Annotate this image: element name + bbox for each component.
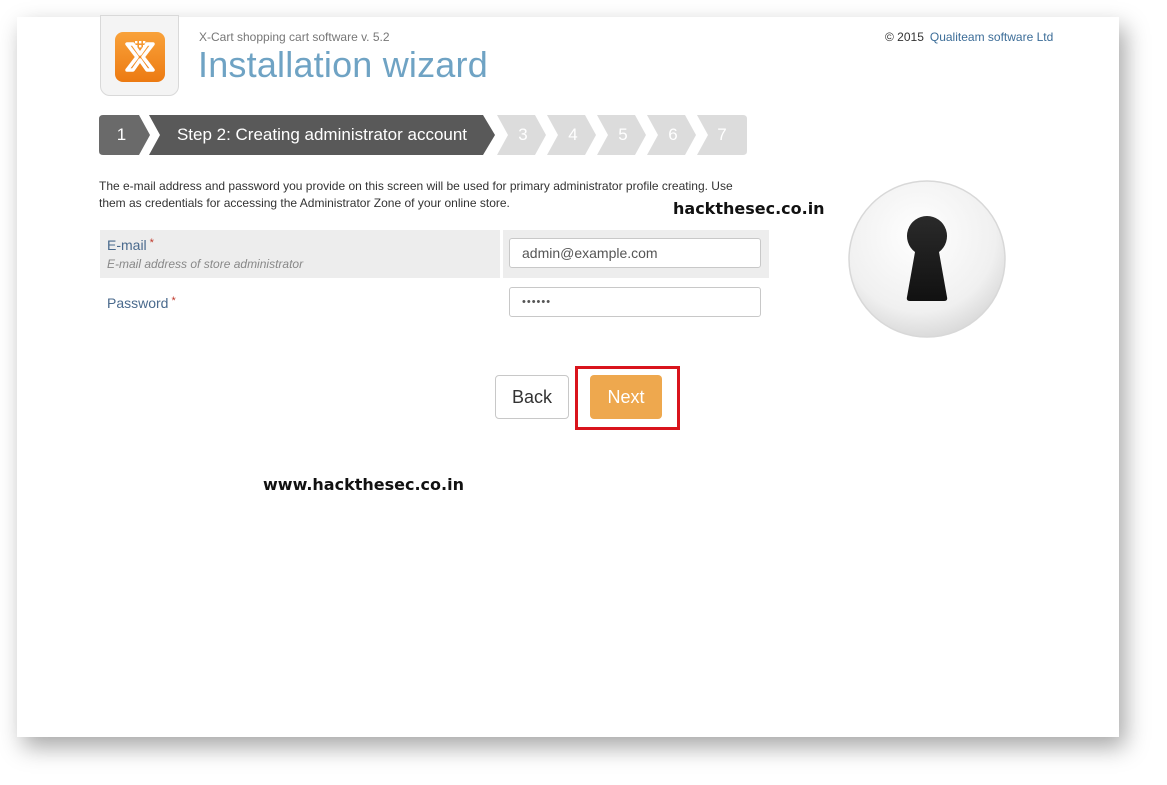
- instructions-text: The e-mail address and password you prov…: [99, 179, 733, 210]
- password-label-cell: Password *: [107, 295, 176, 313]
- step-1: 1: [99, 115, 154, 155]
- watermark-text: hackthesec.co.in: [673, 199, 825, 218]
- email-input-cell: admin@example.com: [503, 230, 769, 278]
- step-6-label: 6: [668, 125, 678, 144]
- email-label-cell: E-mail * E-mail address of store administ…: [100, 230, 500, 278]
- wizard-steps: 1 Step 2: Creating administrator account…: [99, 115, 747, 155]
- step-3-label: 3: [518, 125, 528, 144]
- step-4-label: 4: [568, 125, 578, 144]
- browser-page: X-Cart shopping cart software v. 5.2 Ins…: [17, 15, 1119, 737]
- watermark-url: www.hackthesec.co.in: [263, 475, 464, 494]
- step-5: 5: [597, 115, 649, 155]
- password-label: Password: [107, 295, 169, 311]
- step-2-label: Step 2: Creating administrator account: [176, 125, 468, 144]
- copyright-text: © 2015: [885, 30, 924, 44]
- step-7: 7: [697, 115, 747, 155]
- copyright: © 2015 Qualiteam software Ltd: [885, 30, 1053, 44]
- required-marker: *: [149, 237, 154, 249]
- step-2-current: Step 2: Creating administrator account: [149, 115, 499, 155]
- required-marker: *: [171, 295, 176, 307]
- step-7-label: 7: [717, 125, 727, 144]
- page-title: Installation wizard: [198, 44, 488, 85]
- step-1-label: 1: [116, 125, 127, 144]
- logo-box: [100, 15, 179, 96]
- step-4: 4: [547, 115, 599, 155]
- x-cart-logo-icon[interactable]: [115, 32, 165, 82]
- step-6: 6: [647, 115, 699, 155]
- email-hint: E-mail address of store administrator: [107, 257, 304, 271]
- keyhole-icon: [847, 179, 1007, 339]
- step-5-label: 5: [618, 125, 628, 144]
- highlight-box: [575, 366, 680, 430]
- step-3: 3: [497, 115, 549, 155]
- software-version: X-Cart shopping cart software v. 5.2: [199, 30, 390, 44]
- password-field[interactable]: ••••••: [509, 287, 761, 317]
- back-button[interactable]: Back: [495, 375, 569, 419]
- company-link[interactable]: Qualiteam software Ltd: [930, 30, 1053, 44]
- email-label: E-mail: [107, 237, 147, 253]
- email-field[interactable]: admin@example.com: [509, 238, 761, 268]
